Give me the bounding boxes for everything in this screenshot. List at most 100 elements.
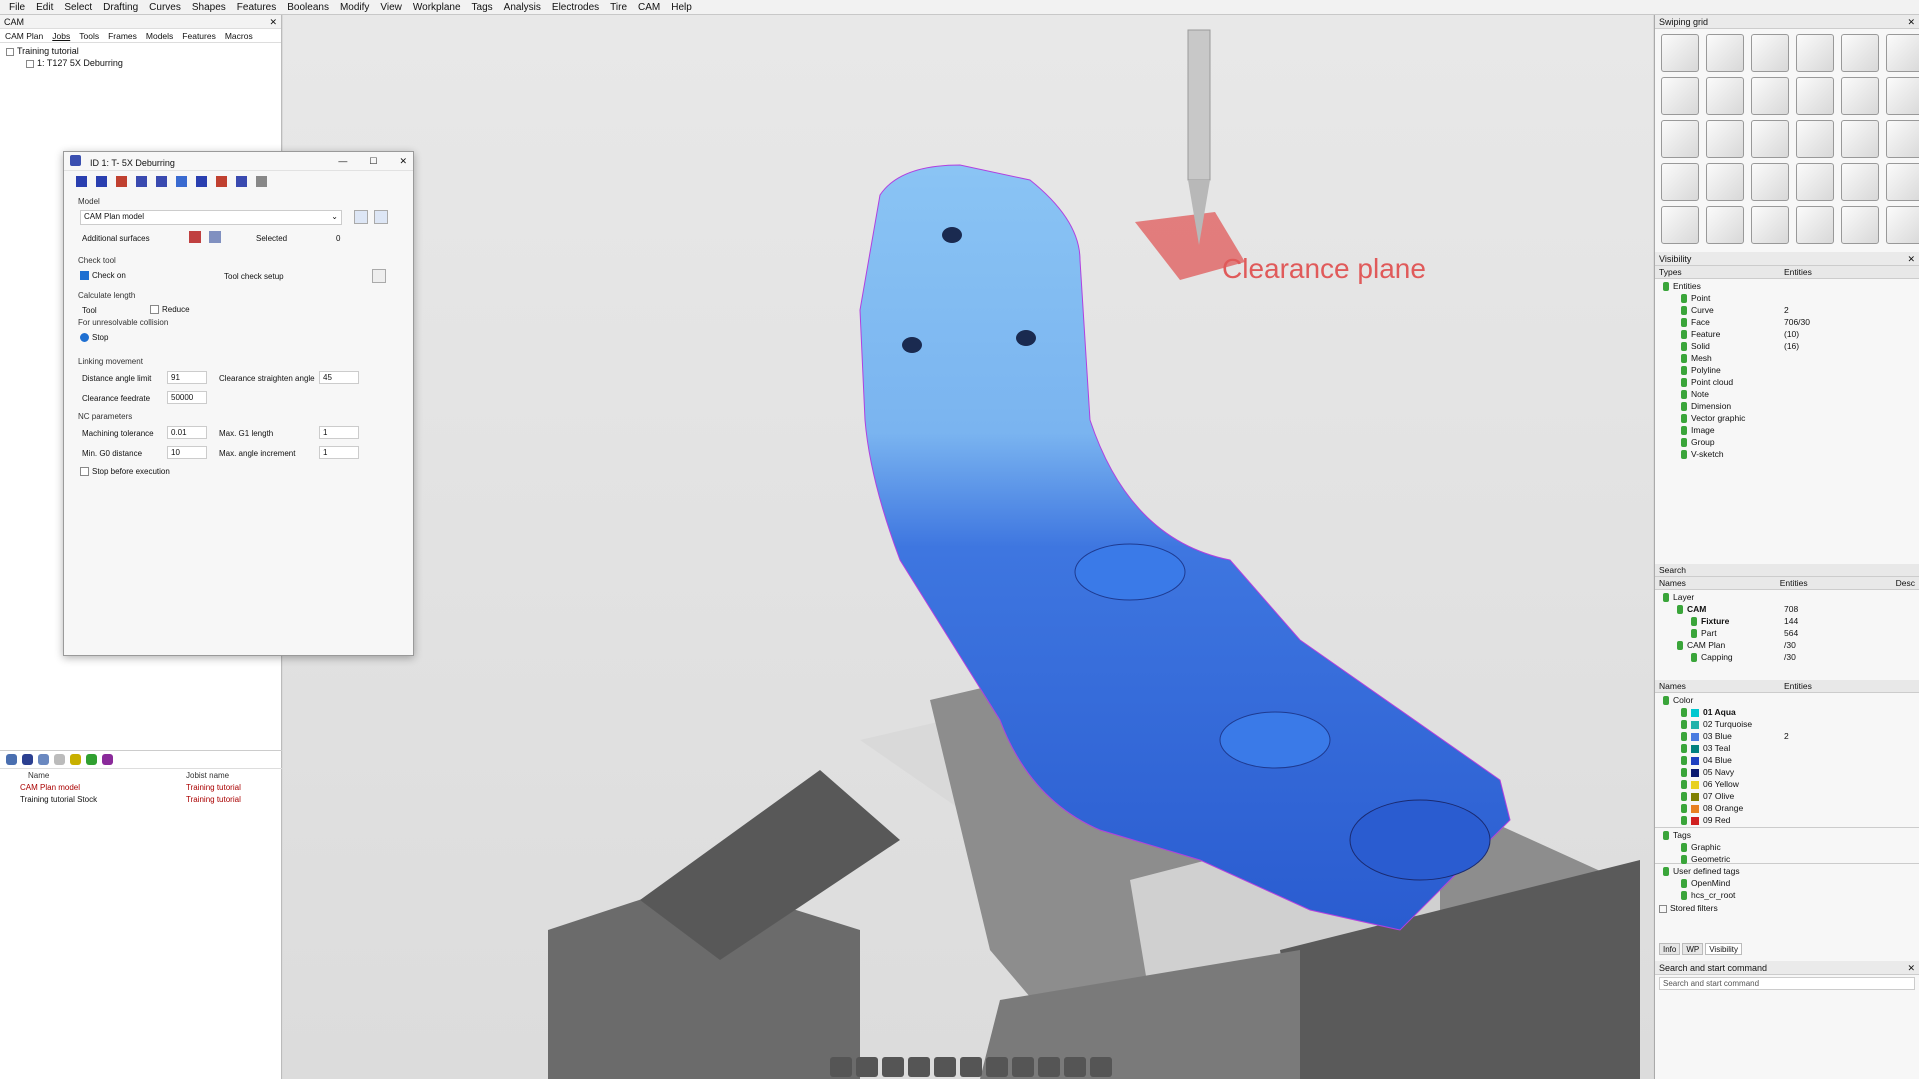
- menu-workplane[interactable]: Workplane: [413, 2, 461, 13]
- tag-item[interactable]: Geometric: [1659, 854, 1915, 866]
- add-model-icon[interactable]: [6, 754, 17, 765]
- visibility-icon[interactable]: [1681, 879, 1687, 889]
- view-icon[interactable]: [102, 754, 113, 765]
- clear-surfaces-icon[interactable]: [209, 231, 221, 243]
- tab-tools[interactable]: Tools: [79, 31, 99, 41]
- swiping-grid-button-7[interactable]: [1661, 77, 1699, 115]
- max-g1-input[interactable]: 1: [319, 426, 359, 439]
- close-icon[interactable]: ✕: [1907, 17, 1915, 27]
- swiping-grid-button-11[interactable]: [1841, 77, 1879, 115]
- close-icon[interactable]: ✕: [269, 17, 277, 27]
- close-icon[interactable]: ✕: [399, 156, 407, 167]
- menu-help[interactable]: Help: [671, 2, 692, 13]
- tab-wp[interactable]: WP: [1682, 943, 1704, 955]
- model-edit-button[interactable]: [374, 210, 388, 224]
- layer-item[interactable]: CAM 708: [1659, 604, 1915, 616]
- menu-cam[interactable]: CAM: [638, 2, 660, 13]
- visibility-icon[interactable]: [1663, 831, 1669, 841]
- swiping-grid-button-21[interactable]: [1751, 163, 1789, 201]
- entity-item[interactable]: Feature (10): [1659, 329, 1915, 341]
- menu-select[interactable]: Select: [64, 2, 92, 13]
- tab-cam-plan[interactable]: CAM Plan: [5, 31, 43, 41]
- view-tool-10[interactable]: [1064, 1057, 1086, 1077]
- swiping-grid-button-3[interactable]: [1751, 34, 1789, 72]
- swiping-grid-button-22[interactable]: [1796, 163, 1834, 201]
- view-tool-8[interactable]: [1012, 1057, 1034, 1077]
- entity-item[interactable]: Group: [1659, 437, 1915, 449]
- select-surfaces-icon[interactable]: [189, 231, 201, 243]
- tree-item-job[interactable]: 1: T127 5X Deburring: [6, 58, 275, 70]
- visibility-icon[interactable]: [1681, 378, 1687, 388]
- cutting-tool[interactable]: [1187, 29, 1211, 181]
- command-search-input[interactable]: Search and start command: [1659, 977, 1915, 990]
- stop-before-checkbox[interactable]: Stop before execution: [80, 467, 170, 477]
- 3d-viewport[interactable]: Clearance plane: [283, 15, 1653, 1079]
- layer-item[interactable]: CAM Plan/30: [1659, 640, 1915, 652]
- entity-item[interactable]: Dimension: [1659, 401, 1915, 413]
- visibility-icon[interactable]: [1681, 318, 1687, 328]
- swiping-grid-button-16[interactable]: [1796, 120, 1834, 158]
- tag-item[interactable]: OpenMind: [1659, 878, 1915, 890]
- swiping-grid-button-17[interactable]: [1841, 120, 1879, 158]
- entity-item[interactable]: Note: [1659, 389, 1915, 401]
- visibility-icon[interactable]: [1681, 414, 1687, 424]
- entity-item[interactable]: Image: [1659, 425, 1915, 437]
- visibility-icon[interactable]: [1681, 768, 1687, 778]
- visibility-icon[interactable]: [1681, 843, 1687, 853]
- view-tool-3[interactable]: [882, 1057, 904, 1077]
- swiping-grid-button-4[interactable]: [1796, 34, 1834, 72]
- color-item[interactable]: 06 Yellow: [1659, 779, 1915, 791]
- view-tool-11[interactable]: [1090, 1057, 1112, 1077]
- clearance-straighten-input[interactable]: 45: [319, 371, 359, 384]
- edit-icon[interactable]: [54, 754, 65, 765]
- machining-tolerance-input[interactable]: 0.01: [167, 426, 207, 439]
- visibility-icon[interactable]: [1681, 438, 1687, 448]
- swiping-grid-button-20[interactable]: [1706, 163, 1744, 201]
- swiping-grid-button-14[interactable]: [1706, 120, 1744, 158]
- list-item[interactable]: Training tutorial Stock Training tutorial: [0, 794, 282, 806]
- tab-models[interactable]: Models: [146, 31, 173, 41]
- visibility-icon[interactable]: [1681, 855, 1687, 865]
- entity-item[interactable]: Mesh: [1659, 353, 1915, 365]
- close-icon[interactable]: ✕: [1907, 254, 1915, 264]
- view-tool-2[interactable]: [856, 1057, 878, 1077]
- dialog-tool-1-icon[interactable]: [76, 176, 87, 187]
- visibility-icon[interactable]: [1681, 756, 1687, 766]
- layer-item[interactable]: Part 564: [1659, 628, 1915, 640]
- entity-item[interactable]: Vector graphic: [1659, 413, 1915, 425]
- visibility-icon[interactable]: [1681, 744, 1687, 754]
- tab-visibility[interactable]: Visibility: [1705, 943, 1742, 955]
- model-select[interactable]: CAM Plan model ⌄: [80, 210, 342, 225]
- entity-item[interactable]: Point: [1659, 293, 1915, 305]
- tab-macros[interactable]: Macros: [225, 31, 253, 41]
- color-item[interactable]: 02 Turquoise: [1659, 719, 1915, 731]
- view-tool-1[interactable]: [830, 1057, 852, 1077]
- visibility-icon[interactable]: [1681, 354, 1687, 364]
- entity-item[interactable]: Point cloud: [1659, 377, 1915, 389]
- view-tool-7[interactable]: [986, 1057, 1008, 1077]
- view-tool-9[interactable]: [1038, 1057, 1060, 1077]
- dialog-tool-2-icon[interactable]: [96, 176, 107, 187]
- color-item[interactable]: Color: [1659, 695, 1915, 707]
- dialog-tool-9-icon[interactable]: [236, 176, 247, 187]
- tag-item[interactable]: User defined tags: [1659, 866, 1915, 878]
- swiping-grid-button-2[interactable]: [1706, 34, 1744, 72]
- visibility-icon[interactable]: [1681, 306, 1687, 316]
- entity-item[interactable]: Face 706/30: [1659, 317, 1915, 329]
- swiping-grid-button-23[interactable]: [1841, 163, 1879, 201]
- max-angle-input[interactable]: 1: [319, 446, 359, 459]
- visibility-icon[interactable]: [1681, 792, 1687, 802]
- swiping-grid-button-1[interactable]: [1661, 34, 1699, 72]
- swiping-grid-button-29[interactable]: [1841, 206, 1879, 244]
- swiping-grid-button-15[interactable]: [1751, 120, 1789, 158]
- view-tool-5[interactable]: [934, 1057, 956, 1077]
- menu-modify[interactable]: Modify: [340, 2, 369, 13]
- tab-info[interactable]: Info: [1659, 943, 1681, 955]
- check-on-checkbox[interactable]: Check on: [80, 271, 126, 281]
- visibility-icon[interactable]: [1681, 330, 1687, 340]
- menu-curves[interactable]: Curves: [149, 2, 181, 13]
- menu-booleans[interactable]: Booleans: [287, 2, 329, 13]
- refresh-icon[interactable]: [86, 754, 97, 765]
- visibility-icon[interactable]: [1663, 593, 1669, 603]
- visibility-icon[interactable]: [1681, 732, 1687, 742]
